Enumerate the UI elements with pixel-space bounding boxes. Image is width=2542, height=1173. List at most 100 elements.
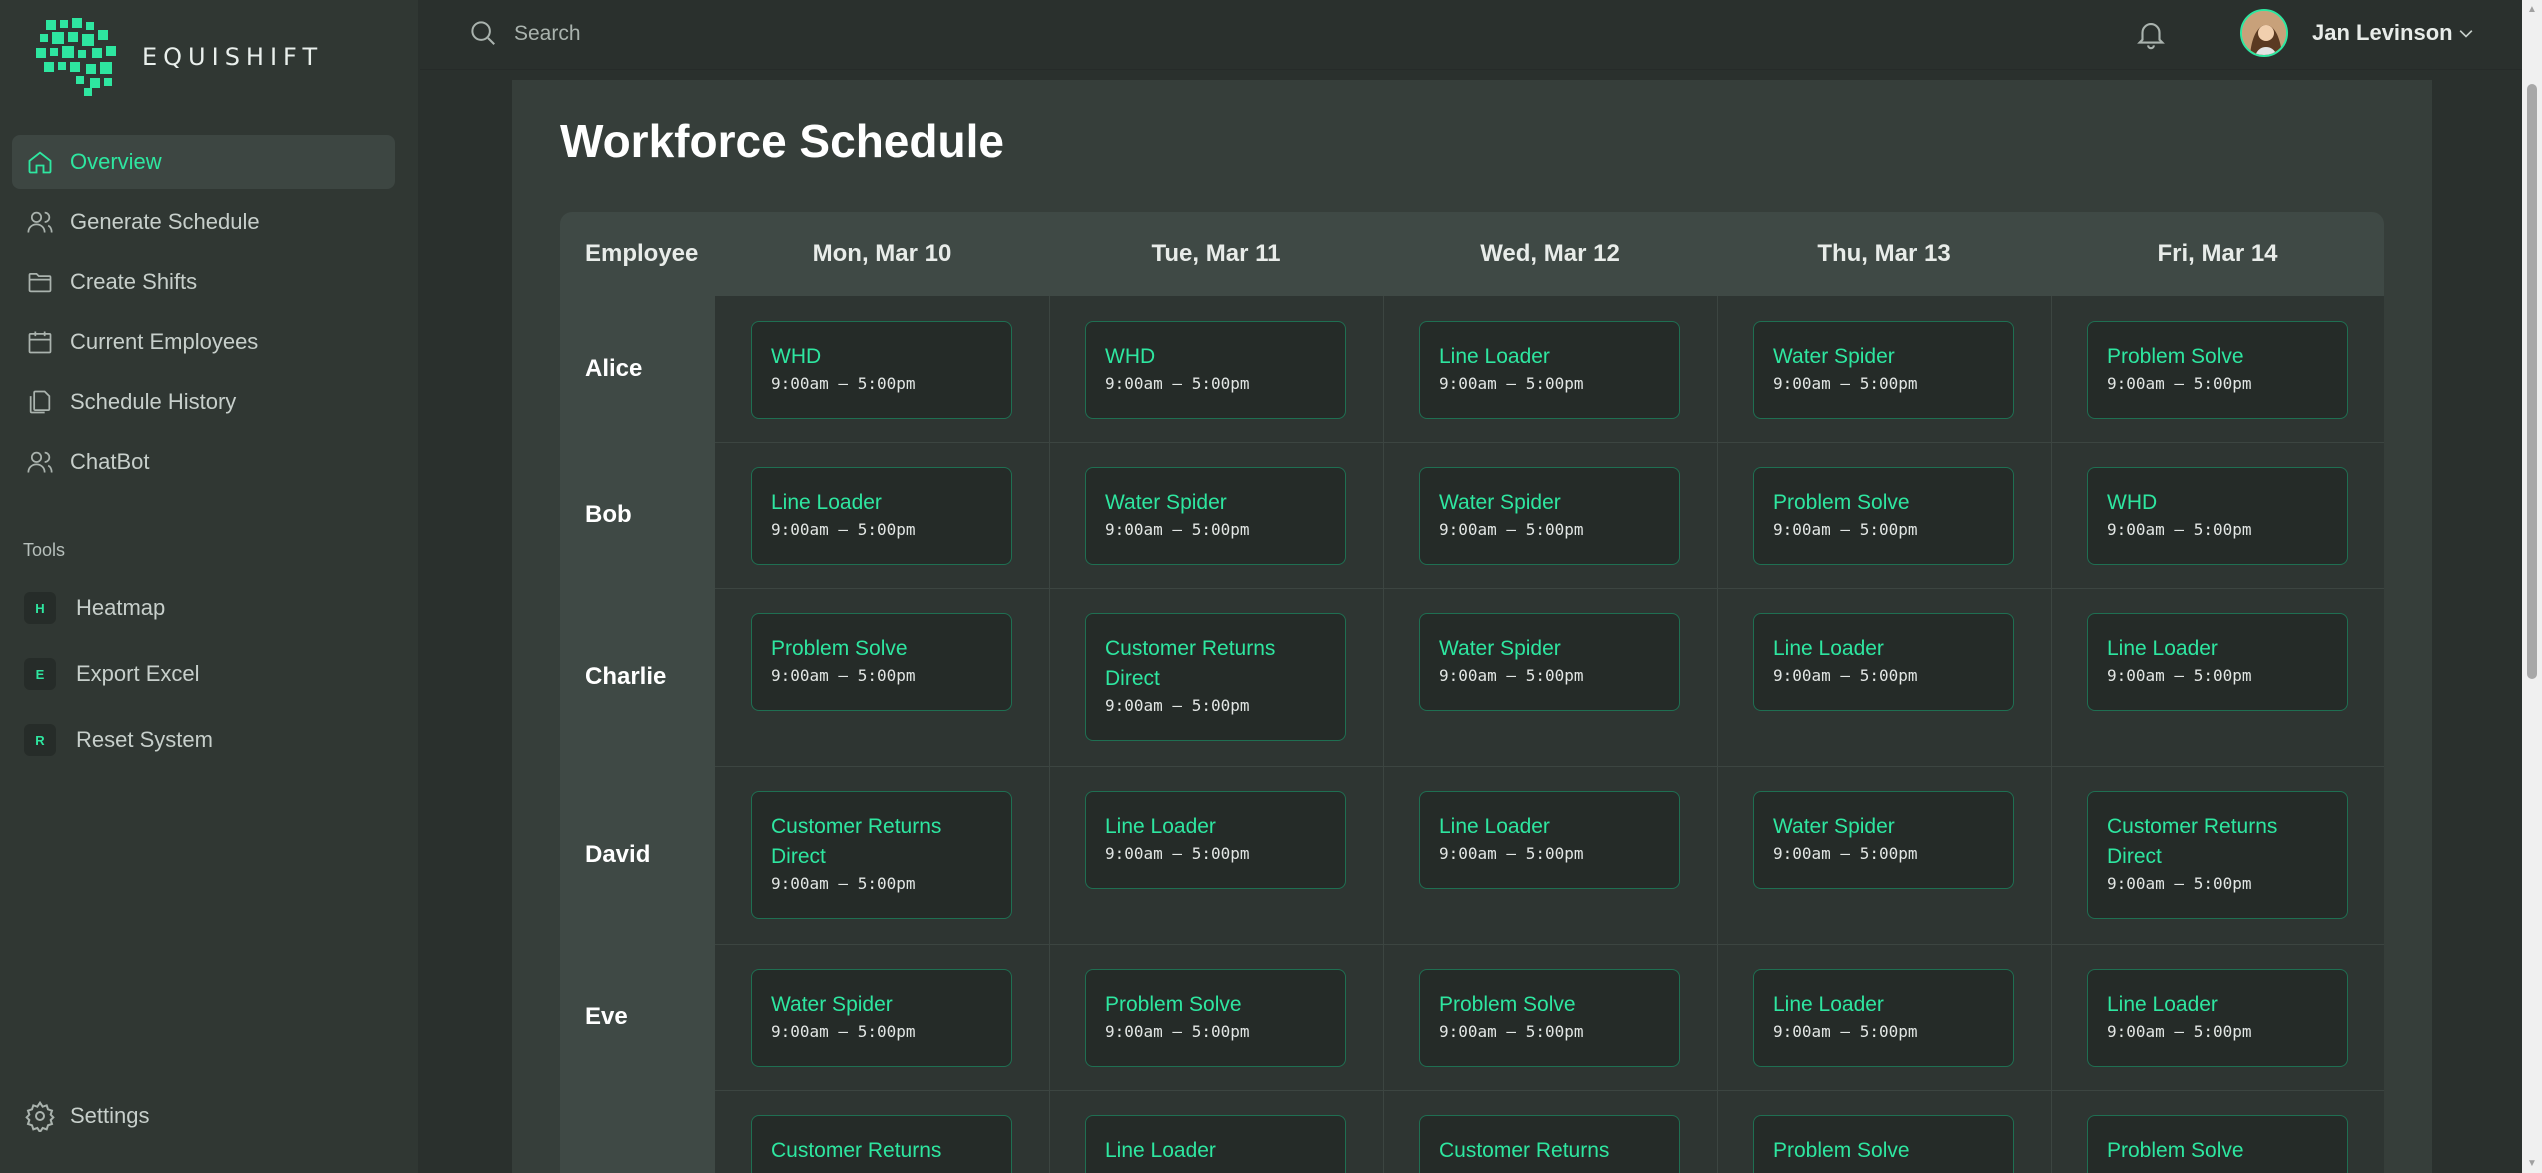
chevron-down-icon[interactable] — [2456, 24, 2476, 44]
shift-card[interactable]: Line Loader 9:00am – 5:00pm — [1085, 791, 1346, 889]
tool-badge: H — [24, 592, 56, 624]
shift-role: Line Loader — [771, 491, 882, 514]
shift-card[interactable]: Problem Solve — [2087, 1115, 2348, 1173]
tool-heatmap[interactable]: H Heatmap — [12, 578, 395, 638]
row-divider — [715, 766, 2384, 767]
shift-card[interactable]: Problem Solve — [1753, 1115, 2014, 1173]
column-header-day: Mon, Mar 10 — [812, 240, 952, 267]
shift-card[interactable]: Water Spider 9:00am – 5:00pm — [1419, 467, 1680, 565]
documents-icon — [24, 386, 56, 418]
shift-time: 9:00am – 5:00pm — [1105, 696, 1250, 715]
shift-card[interactable]: Water Spider 9:00am – 5:00pm — [1753, 321, 2014, 419]
employee-name: Charlie — [585, 663, 667, 690]
shift-card[interactable]: Problem Solve 9:00am – 5:00pm — [1753, 467, 2014, 565]
nav-item-overview[interactable]: Overview — [12, 135, 395, 189]
shift-time: 9:00am – 5:00pm — [771, 874, 916, 893]
shift-time: 9:00am – 5:00pm — [1439, 666, 1584, 685]
shift-card[interactable]: Line Loader 9:00am – 5:00pm — [1753, 969, 2014, 1067]
shift-role: WHD — [771, 345, 822, 368]
shift-time: 9:00am – 5:00pm — [1439, 520, 1584, 539]
shift-role: Customer Returns — [1439, 1139, 1610, 1162]
shift-time: 9:00am – 5:00pm — [1773, 520, 1918, 539]
settings-label: Settings — [70, 1103, 150, 1128]
shift-card[interactable]: WHD 9:00am – 5:00pm — [1085, 321, 1346, 419]
tool-label: Heatmap — [76, 595, 166, 620]
shift-card[interactable]: Line Loader — [1085, 1115, 1346, 1173]
shift-time: 9:00am – 5:00pm — [1105, 520, 1250, 539]
shift-role: Line Loader — [1773, 993, 1884, 1016]
shift-role: Problem Solve — [1773, 491, 1910, 514]
shift-card[interactable]: Customer Returns — [751, 1115, 1012, 1173]
shift-role: Problem Solve — [2107, 345, 2244, 368]
shift-role: Water Spider — [1439, 637, 1561, 660]
shift-card[interactable]: Problem Solve 9:00am – 5:00pm — [1085, 969, 1346, 1067]
scroll-thumb[interactable] — [2527, 84, 2537, 679]
tools-list: H Heatmap E Export Excel R Reset System — [12, 578, 395, 776]
table-header: Employee Mon, Mar 10 Tue, Mar 11 Wed, Ma… — [560, 212, 2384, 296]
tool-export-excel[interactable]: E Export Excel — [12, 644, 395, 704]
nav-item-current-employees[interactable]: Current Employees — [12, 315, 395, 369]
row-divider — [715, 944, 2384, 945]
shift-card[interactable]: Water Spider 9:00am – 5:00pm — [1753, 791, 2014, 889]
shift-time: 9:00am – 5:00pm — [1105, 844, 1250, 863]
shift-card[interactable]: Customer Returns Direct 9:00am – 5:00pm — [751, 791, 1012, 919]
shift-card[interactable]: WHD 9:00am – 5:00pm — [751, 321, 1012, 419]
schedule-panel: Workforce Schedule Employee Mon, Mar 10 … — [512, 80, 2432, 1173]
shift-time: 9:00am – 5:00pm — [1105, 1022, 1250, 1041]
nav-item-schedule-history[interactable]: Schedule History — [12, 375, 395, 429]
shift-card[interactable]: Problem Solve 9:00am – 5:00pm — [2087, 321, 2348, 419]
column-divider — [2051, 296, 2052, 1173]
tool-reset-system[interactable]: R Reset System — [12, 710, 395, 770]
nav-item-label: Overview — [70, 149, 162, 174]
shift-card[interactable]: WHD 9:00am – 5:00pm — [2087, 467, 2348, 565]
scroll-down-icon[interactable]: ▼ — [2526, 1158, 2538, 1170]
column-header-day: Fri, Mar 14 — [2157, 240, 2278, 267]
user-name[interactable]: Jan Levinson — [2312, 20, 2453, 46]
shift-card[interactable]: Customer Returns — [1419, 1115, 1680, 1173]
tool-label: Export Excel — [76, 661, 200, 686]
nav-item-chatbot[interactable]: ChatBot — [12, 435, 395, 489]
shift-role: Line Loader — [1105, 815, 1216, 838]
shift-card[interactable]: Problem Solve 9:00am – 5:00pm — [1419, 969, 1680, 1067]
shift-card[interactable]: Problem Solve 9:00am – 5:00pm — [751, 613, 1012, 711]
avatar[interactable] — [2240, 9, 2288, 57]
folder-icon — [24, 266, 56, 298]
settings-link[interactable]: Settings — [24, 1100, 150, 1132]
shift-card[interactable]: Water Spider 9:00am – 5:00pm — [1085, 467, 1346, 565]
shift-card[interactable]: Line Loader 9:00am – 5:00pm — [2087, 613, 2348, 711]
shift-card[interactable]: Line Loader 9:00am – 5:00pm — [751, 467, 1012, 565]
shift-role: Line Loader — [1439, 815, 1550, 838]
shift-card[interactable]: Line Loader 9:00am – 5:00pm — [2087, 969, 2348, 1067]
shift-role: Customer Returns Direct — [771, 815, 942, 868]
shift-card[interactable]: Line Loader 9:00am – 5:00pm — [1419, 321, 1680, 419]
column-divider — [1383, 296, 1384, 1173]
nav-item-generate-schedule[interactable]: Generate Schedule — [12, 195, 395, 249]
shift-role: Customer Returns Direct — [1105, 637, 1276, 690]
shift-time: 9:00am – 5:00pm — [2107, 374, 2252, 393]
nav-item-create-shifts[interactable]: Create Shifts — [12, 255, 395, 309]
shift-time: 9:00am – 5:00pm — [1773, 844, 1918, 863]
nav-item-label: Schedule History — [70, 389, 237, 414]
bell-icon[interactable] — [2134, 16, 2168, 52]
shift-role: Water Spider — [1439, 491, 1561, 514]
shift-role: Problem Solve — [1105, 993, 1242, 1016]
shift-card[interactable]: Line Loader 9:00am – 5:00pm — [1419, 791, 1680, 889]
row-divider — [715, 1090, 2384, 1091]
search-input[interactable] — [514, 16, 1214, 52]
shift-card[interactable]: Customer Returns Direct 9:00am – 5:00pm — [1085, 613, 1346, 741]
page-scrollbar[interactable]: ▲ ▼ — [2522, 0, 2542, 1173]
nav-item-label: Current Employees — [70, 329, 259, 354]
shift-role: Customer Returns Direct — [2107, 815, 2278, 868]
shift-role: Problem Solve — [1439, 993, 1576, 1016]
nav-item-label: ChatBot — [70, 449, 150, 474]
shift-card[interactable]: Water Spider 9:00am – 5:00pm — [1419, 613, 1680, 711]
tool-badge: R — [24, 724, 56, 756]
brand-logo[interactable]: EQUISHIFT — [36, 16, 336, 98]
topbar: Jan Levinson — [420, 0, 2522, 70]
scroll-up-icon[interactable]: ▲ — [2526, 4, 2538, 16]
shift-role: Line Loader — [1439, 345, 1550, 368]
shift-card[interactable]: Line Loader 9:00am – 5:00pm — [1753, 613, 2014, 711]
nav-item-label: Create Shifts — [70, 269, 198, 294]
shift-card[interactable]: Water Spider 9:00am – 5:00pm — [751, 969, 1012, 1067]
shift-card[interactable]: Customer Returns Direct 9:00am – 5:00pm — [2087, 791, 2348, 919]
